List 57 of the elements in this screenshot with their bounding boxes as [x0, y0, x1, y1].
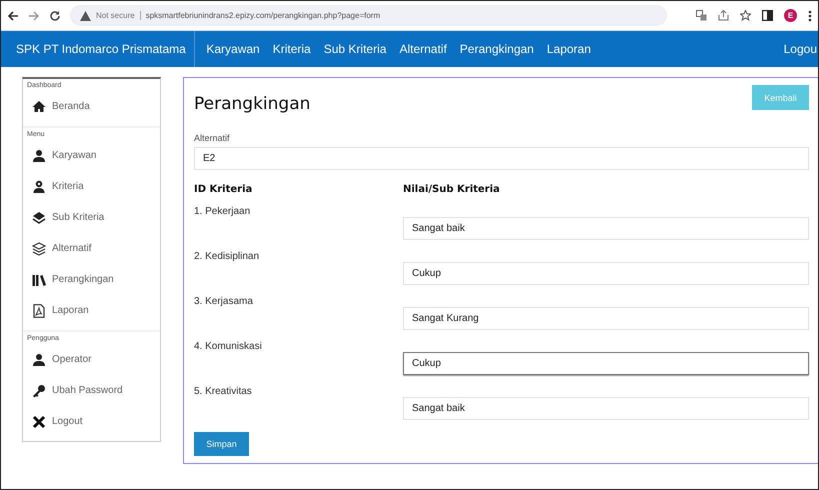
criterion-label: 5. Kreativitas: [194, 386, 253, 399]
sidebar-item[interactable]: Beranda: [27, 91, 160, 122]
sidebar-item[interactable]: Logout: [27, 406, 160, 437]
forward-icon[interactable]: [28, 10, 40, 22]
translate-icon[interactable]: [696, 10, 707, 21]
nav-link[interactable]: Sub Kriteria: [317, 42, 393, 56]
pdf-file-icon: [32, 304, 46, 318]
column-heading: ID Kriteria: [194, 184, 254, 197]
close-icon: [32, 414, 46, 428]
nav-link[interactable]: Alternatif: [392, 42, 454, 56]
side-panel-icon[interactable]: [762, 10, 773, 21]
home-icon: [32, 100, 46, 114]
warning-icon: [80, 10, 91, 20]
layers-icon: [32, 242, 46, 256]
more-icon[interactable]: [808, 10, 812, 22]
input-field[interactable]: Sangat baik: [403, 217, 809, 240]
brand-link[interactable]: SPK PT Indomarco Prismatama: [1, 31, 195, 67]
criterion-label: 3. Kerjasama: [194, 296, 254, 309]
sidebar-item[interactable]: Alternatif: [27, 233, 160, 264]
input-field[interactable]: Sangat Kurang: [403, 307, 809, 330]
url-text: spksmartfebriunindrans2.epizy.com/perangkingan.php?page=form: [146, 11, 380, 20]
sidebar-item[interactable]: Karyawan: [27, 140, 160, 171]
back-icon[interactable]: [7, 10, 19, 22]
nav-link[interactable]: Kriteria: [266, 42, 318, 56]
nav-link[interactable]: Karyawan: [200, 42, 266, 56]
reload-icon[interactable]: [49, 10, 61, 22]
nav-link[interactable]: Laporan: [540, 42, 598, 56]
star-icon[interactable]: [740, 10, 751, 21]
person-icon: [32, 148, 46, 162]
shield-person-icon: [32, 180, 46, 194]
criterion-label: 4. Komuniskasi: [194, 341, 263, 354]
sidebar-item[interactable]: Operator: [27, 344, 160, 375]
person-icon: [32, 352, 46, 366]
input-field[interactable]: Sangat baik: [403, 397, 809, 420]
sidebar-item[interactable]: Perangkingan: [27, 264, 160, 295]
criterion-label: 1. Pekerjaan: [194, 206, 252, 219]
address-bar[interactable]: Not secure spksmartfebriunindrans2.epizy.com/perangkingan.php?page=form: [70, 5, 667, 26]
page-title: Perangkingan: [194, 94, 310, 114]
input-field[interactable]: Cukup: [403, 352, 809, 375]
sidebar-item[interactable]: Ubah Password: [27, 375, 160, 406]
security-label: Not secure: [96, 11, 141, 20]
logout-link[interactable]: Logou: [784, 42, 817, 56]
input-field[interactable]: E2: [194, 147, 809, 170]
field-label: Alternatif: [194, 133, 231, 143]
layer-icon: [32, 210, 46, 224]
share-icon[interactable]: [718, 10, 729, 21]
criterion-label: 2. Kedisiplinan: [194, 251, 260, 264]
sidebar-item[interactable]: Kriteria: [27, 171, 160, 202]
profile-avatar[interactable]: E: [784, 9, 797, 22]
save-button[interactable]: Simpan: [194, 432, 249, 456]
key-icon: [32, 384, 46, 398]
column-heading: Nilai/Sub Kriteria: [403, 184, 501, 197]
books-icon: [32, 272, 46, 286]
sidebar-item[interactable]: Sub Kriteria: [27, 202, 160, 233]
input-field[interactable]: Cukup: [403, 262, 809, 285]
nav-link[interactable]: Perangkingan: [453, 42, 540, 56]
sidebar-item[interactable]: Laporan: [27, 295, 160, 326]
